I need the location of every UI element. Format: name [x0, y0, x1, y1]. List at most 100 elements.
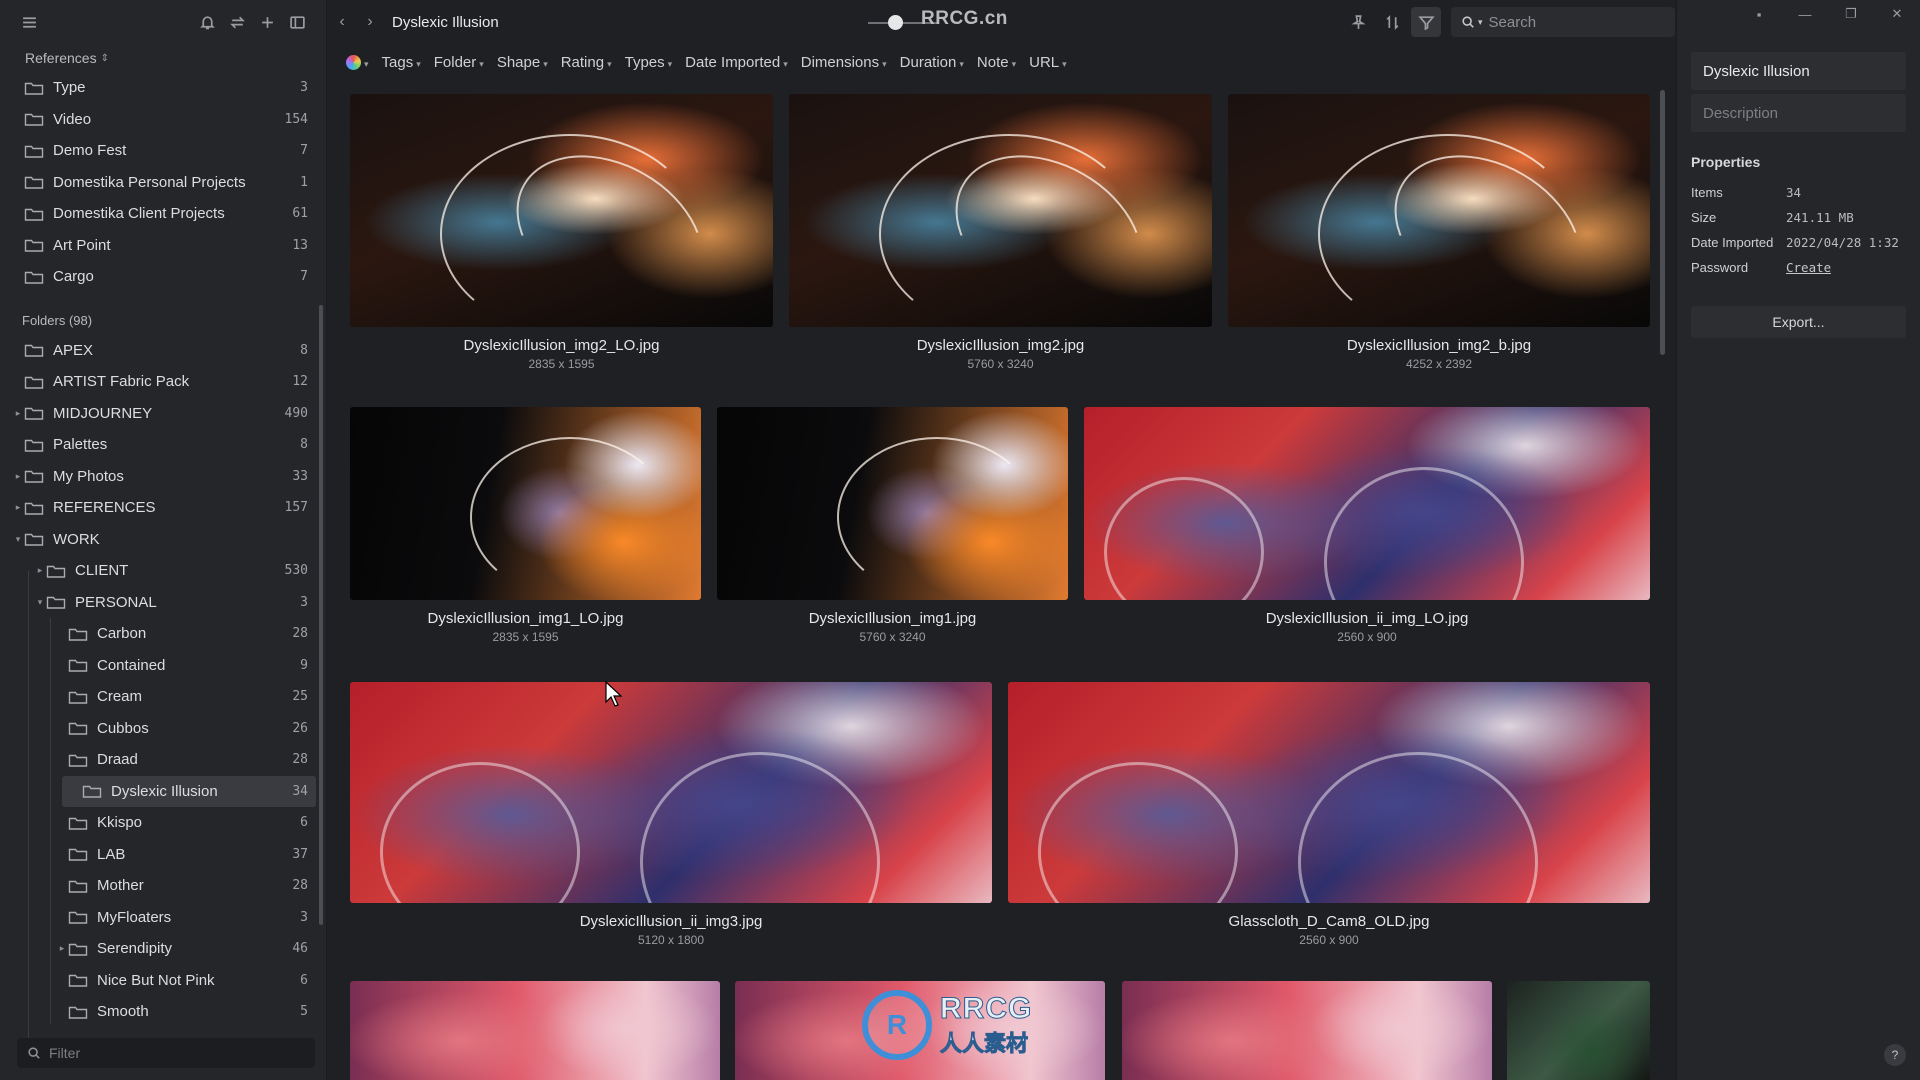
search-input[interactable]: ▾ Search [1451, 7, 1675, 37]
sidebar-folder-item[interactable]: Dyslexic Illusion 34 [62, 775, 316, 807]
sidebar-folder-item[interactable]: ▾ WORK [0, 524, 326, 556]
sync-icon[interactable] [222, 7, 252, 37]
thumbnail-image[interactable] [1122, 981, 1492, 1080]
sidebar-folder-item[interactable]: ▸ REFERENCES 157 [0, 492, 326, 524]
grid-item[interactable] [350, 981, 720, 1080]
thumbnail-image[interactable] [350, 407, 701, 600]
grid-item[interactable]: DyslexicIllusion_img1_LO.jpg 2835 x 1595 [350, 407, 701, 644]
sidebar-folder-item[interactable]: Draad 28 [0, 744, 326, 776]
grid-item[interactable]: DyslexicIllusion_ii_img_LO.jpg 2560 x 90… [1084, 407, 1650, 644]
layout-panel-icon[interactable] [282, 7, 312, 37]
thumbnail-image[interactable] [350, 94, 773, 327]
filter-chip-label: Tags [381, 53, 414, 71]
folders-header[interactable]: Folders (98) [0, 307, 326, 335]
references-header[interactable]: References ⇕ [0, 44, 326, 72]
sort-icon[interactable] [1377, 7, 1407, 37]
filter-chip[interactable]: Types ▾ [625, 54, 673, 71]
zoom-slider-handle[interactable] [888, 15, 903, 30]
grid-item[interactable]: DyslexicIllusion_img1.jpg 5760 x 3240 [717, 407, 1068, 644]
create-password-link[interactable]: Create [1786, 260, 1831, 275]
search-scope-dropdown-icon[interactable]: ▾ [1478, 17, 1483, 28]
sidebar-folder-item[interactable]: ▸ Serendipity 46 [0, 933, 326, 965]
expand-right-icon[interactable]: ▸ [12, 471, 24, 482]
sidebar-folder-item[interactable]: Cubbos 26 [0, 713, 326, 745]
folder-name-field[interactable]: Dyslexic Illusion [1691, 52, 1906, 90]
sidebar-reference-item[interactable]: Demo Fest 7 [0, 135, 326, 167]
filter-chip[interactable]: Rating ▾ [561, 54, 612, 71]
sidebar-folder-item[interactable]: ▾ PERSONAL 3 [0, 587, 326, 619]
thumbnail-image[interactable] [1507, 981, 1650, 1080]
filter-chip[interactable]: Date Imported ▾ [685, 54, 788, 71]
grid-item[interactable] [1122, 981, 1492, 1080]
add-icon[interactable] [252, 7, 282, 37]
sidebar-folder-item[interactable]: Contained 9 [0, 650, 326, 682]
filter-chip[interactable]: Duration ▾ [900, 54, 964, 71]
folder-icon [24, 80, 44, 96]
sidebar-folder-item[interactable]: ARTIST Fabric Pack 12 [0, 366, 326, 398]
color-filter[interactable]: ▾ [346, 54, 369, 71]
description-field[interactable]: Description [1691, 94, 1906, 132]
back-arrow-icon[interactable]: ‹ [328, 13, 356, 31]
grid-item[interactable]: DyslexicIllusion_img2_LO.jpg 2835 x 1595 [350, 94, 773, 371]
sidebar-folder-item[interactable]: Cream 25 [0, 681, 326, 713]
thumbnail-image[interactable] [1228, 94, 1650, 327]
menu-icon[interactable] [14, 7, 44, 37]
sidebar-folder-item[interactable]: ▸ CLIENT 530 [0, 555, 326, 587]
sidebar-folder-item[interactable]: Mother 28 [0, 870, 326, 902]
sidebar-reference-item[interactable]: Art Point 13 [0, 230, 326, 262]
help-button[interactable]: ? [1884, 1044, 1906, 1066]
sidebar-reference-item[interactable]: Cargo 7 [0, 261, 326, 293]
sidebar-folder-item[interactable]: MyFloaters 3 [0, 902, 326, 934]
expand-right-icon[interactable]: ▸ [34, 565, 46, 576]
sidebar-reference-item[interactable]: Domestika Personal Projects 1 [0, 167, 326, 199]
filter-chip[interactable]: Tags ▾ [382, 54, 421, 71]
sidebar-folder-item[interactable]: Palettes 8 [0, 429, 326, 461]
grid-item[interactable]: DyslexicIllusion_img2.jpg 5760 x 3240 [789, 94, 1212, 371]
sidebar-scrollbar[interactable] [319, 305, 323, 925]
expand-right-icon[interactable]: ▸ [56, 943, 68, 954]
filter-icon[interactable] [1411, 7, 1441, 37]
thumbnail-image[interactable] [1084, 407, 1650, 600]
filter-chip[interactable]: Shape ▾ [497, 54, 548, 71]
grid-item[interactable]: DyslexicIllusion_img2_b.jpg 4252 x 2392 [1228, 94, 1650, 371]
expand-down-icon[interactable]: ▾ [12, 534, 24, 545]
grid-scrollbar[interactable] [1660, 90, 1665, 355]
export-button[interactable]: Export... [1691, 306, 1906, 338]
sidebar-reference-item[interactable]: Domestika Client Projects 61 [0, 198, 326, 230]
thumbnail-image[interactable] [717, 407, 1068, 600]
pin-icon[interactable] [1343, 7, 1373, 37]
sidebar-folder-item[interactable]: ▸ My Photos 33 [0, 461, 326, 493]
sidebar-reference-item[interactable]: Video 154 [0, 104, 326, 136]
grid-item[interactable]: Glasscloth_D_Cam8_OLD.jpg 2560 x 900 [1008, 682, 1650, 947]
expand-right-icon[interactable]: ▸ [12, 502, 24, 513]
sidebar-folder-item[interactable]: Carbon 28 [0, 618, 326, 650]
minimize-icon[interactable]: — [1782, 0, 1828, 28]
sidebar-folder-item[interactable]: LAB 37 [0, 839, 326, 871]
grid-item[interactable] [1507, 981, 1650, 1080]
bell-icon[interactable] [192, 7, 222, 37]
filter-chip[interactable]: Note ▾ [977, 54, 1016, 71]
sidebar-folder-item[interactable]: Smooth 5 [0, 996, 326, 1028]
filter-chip[interactable]: URL ▾ [1029, 54, 1067, 71]
item-count: 1 [300, 174, 308, 190]
forward-arrow-icon[interactable]: › [356, 13, 384, 31]
filter-chip[interactable]: Dimensions ▾ [801, 54, 887, 71]
thumbnail-image[interactable] [789, 94, 1212, 327]
item-count: 33 [292, 468, 308, 484]
sidebar-folder-item[interactable]: Nice But Not Pink 6 [0, 965, 326, 997]
sidebar-reference-item[interactable]: Type 3 [0, 72, 326, 104]
thumbnail-image[interactable] [350, 682, 992, 903]
close-icon[interactable]: ✕ [1874, 0, 1920, 28]
sidebar-folder-item[interactable]: Kkispo 6 [0, 807, 326, 839]
pin-window-icon[interactable]: ▪ [1736, 0, 1782, 28]
restore-icon[interactable]: ❐ [1828, 0, 1874, 28]
thumbnail-image[interactable] [1008, 682, 1650, 903]
expand-down-icon[interactable]: ▾ [34, 597, 46, 608]
thumbnail-image[interactable] [350, 981, 720, 1080]
grid-item[interactable]: DyslexicIllusion_ii_img3.jpg 5120 x 1800 [350, 682, 992, 947]
expand-right-icon[interactable]: ▸ [12, 408, 24, 419]
sidebar-folder-item[interactable]: APEX 8 [0, 335, 326, 367]
filter-input[interactable]: Filter [17, 1038, 315, 1068]
sidebar-folder-item[interactable]: ▸ MIDJOURNEY 490 [0, 398, 326, 430]
filter-chip[interactable]: Folder ▾ [434, 54, 484, 71]
